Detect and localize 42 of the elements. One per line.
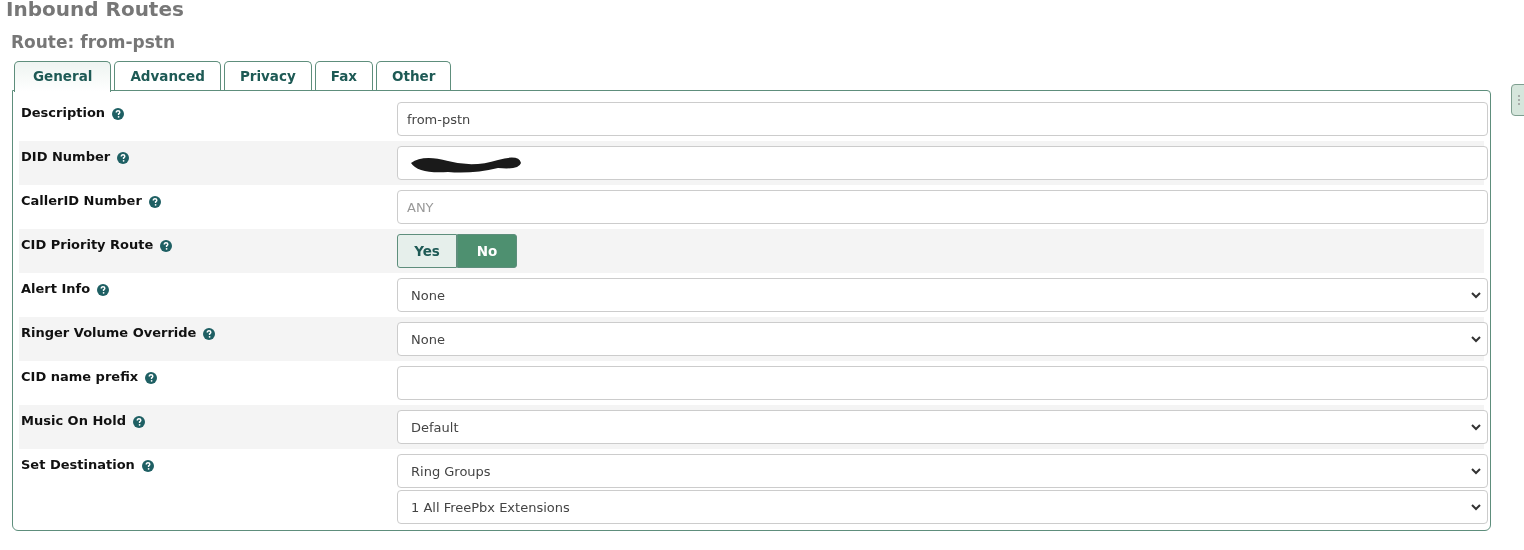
help-icon[interactable] — [160, 240, 173, 252]
field-label: Ringer Volume Override — [21, 325, 197, 340]
help-icon[interactable] — [148, 196, 161, 208]
chevron-icon — [1471, 467, 1481, 475]
chevron-icon — [1471, 503, 1481, 511]
toggle-option[interactable]: Yes — [397, 234, 457, 268]
grip-icon — [1517, 94, 1521, 106]
help-icon[interactable] — [141, 460, 154, 472]
field-label: Alert Info — [21, 281, 91, 296]
field-label: CID name prefix — [21, 369, 139, 384]
tab[interactable]: Other — [376, 61, 452, 90]
field-label: Set Destination — [21, 457, 135, 472]
chevron-icon — [1471, 335, 1481, 343]
text-field[interactable]: from-pstn — [397, 102, 1488, 136]
help-icon[interactable] — [133, 416, 146, 428]
text-field[interactable] — [397, 366, 1488, 400]
help-icon[interactable] — [112, 108, 125, 120]
tab[interactable]: General — [14, 61, 112, 92]
chevron-icon — [1471, 423, 1481, 431]
chevron-icon — [1471, 291, 1481, 299]
tab[interactable]: Advanced — [114, 61, 221, 90]
tab[interactable]: Fax — [314, 61, 374, 90]
help-icon[interactable] — [97, 284, 110, 296]
text-field[interactable]: ANY — [397, 190, 1488, 224]
route-title: Route: from-pstn — [11, 31, 176, 54]
toggle-option[interactable]: No — [457, 234, 517, 268]
dropdown[interactable]: Ring Groups — [397, 454, 1488, 488]
text-field[interactable] — [397, 146, 1488, 180]
dropdown[interactable]: None — [397, 278, 1488, 312]
tab[interactable]: Privacy — [223, 61, 312, 90]
dropdown[interactable]: 1 All FreePbx Extensions — [397, 490, 1488, 524]
field-label: CID Priority Route — [21, 237, 154, 252]
dropdown[interactable]: None — [397, 322, 1488, 356]
dropdown[interactable]: Default — [397, 410, 1488, 444]
help-icon[interactable] — [203, 328, 216, 340]
field-label: CallerID Number — [21, 193, 142, 208]
page-title: Inbound Routes — [6, 0, 185, 23]
field-label: DID Number — [21, 149, 111, 164]
help-icon[interactable] — [117, 152, 130, 164]
field-label: Music On Hold — [21, 413, 127, 428]
field-label: Description — [21, 105, 106, 120]
help-icon[interactable] — [145, 372, 158, 384]
